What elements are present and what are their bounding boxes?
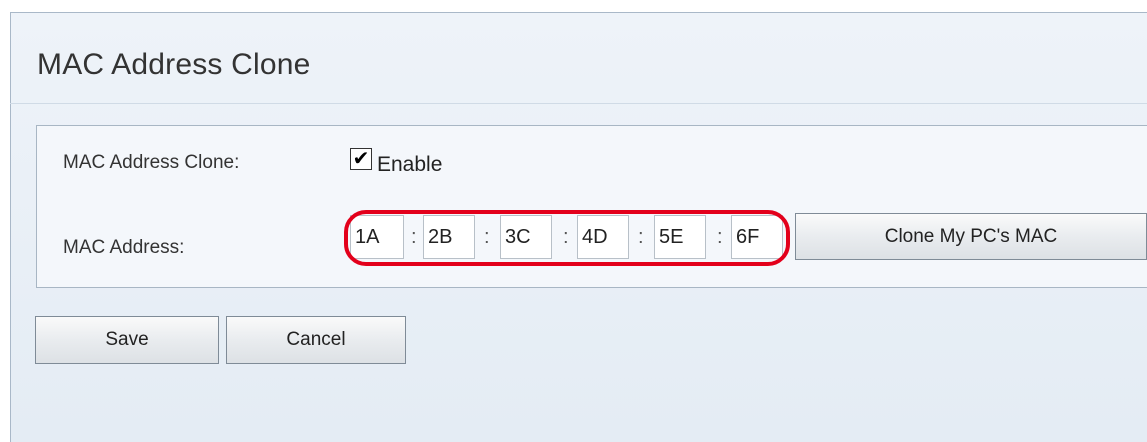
settings-group-box — [36, 125, 1147, 288]
mac-separator: : — [484, 226, 490, 248]
mac-address-label: MAC Address: — [63, 237, 185, 258]
mac-clone-label: MAC Address Clone: — [63, 152, 240, 173]
page-title: MAC Address Clone — [37, 48, 311, 81]
mac-octet-5-input[interactable] — [654, 215, 706, 259]
mac-octet-4-input[interactable] — [577, 215, 629, 259]
mac-separator: : — [717, 226, 723, 248]
save-button[interactable]: Save — [35, 316, 219, 364]
checkmark-icon: ✔ — [352, 148, 370, 170]
mac-separator: : — [411, 226, 417, 248]
mac-octet-2-input[interactable] — [423, 215, 475, 259]
mac-octet-3-input[interactable] — [500, 215, 552, 259]
mac-octet-1-input[interactable] — [350, 215, 404, 259]
clone-my-pc-mac-button[interactable]: Clone My PC's MAC — [795, 213, 1147, 260]
mac-separator: : — [563, 226, 569, 248]
cancel-button[interactable]: Cancel — [226, 316, 406, 364]
mac-separator: : — [638, 226, 644, 248]
enable-label: Enable — [377, 153, 443, 176]
mac-octet-6-input[interactable] — [731, 215, 783, 259]
title-divider — [10, 103, 1147, 104]
enable-checkbox[interactable]: ✔ — [350, 148, 372, 170]
